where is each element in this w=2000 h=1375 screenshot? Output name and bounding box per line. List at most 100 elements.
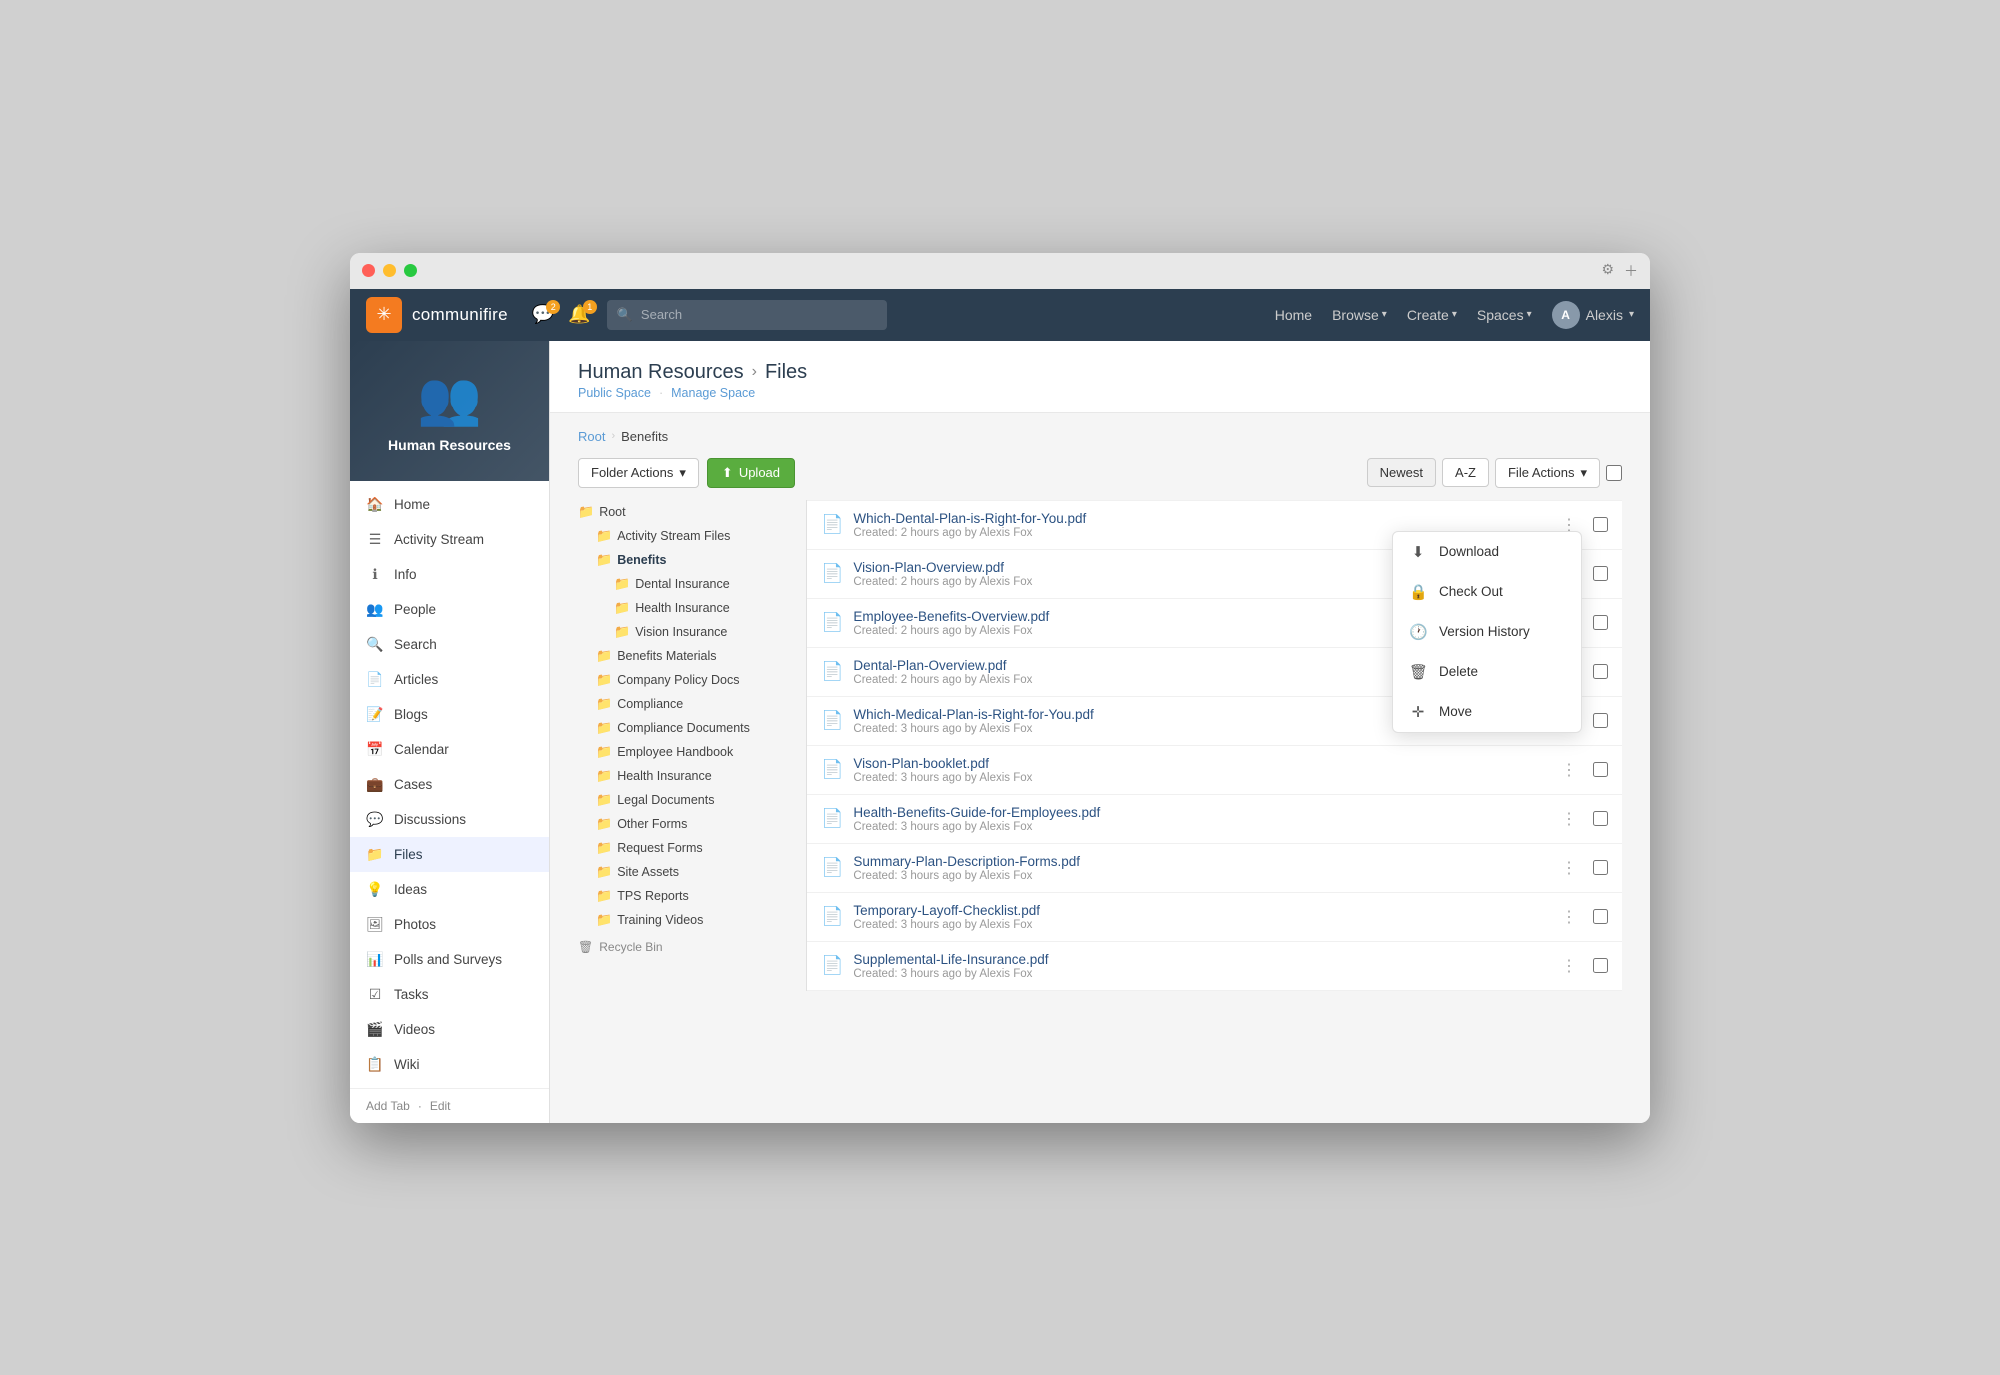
sidebar-item-tasks[interactable]: ☑ Tasks (350, 977, 549, 1012)
add-window-icon[interactable]: ＋ (1624, 261, 1638, 281)
tree-item-training-videos[interactable]: 📁 Training Videos (578, 908, 782, 932)
sidebar-item-activity-stream[interactable]: ☰ Activity Stream (350, 522, 549, 557)
sidebar-item-articles[interactable]: 📄 Articles (350, 662, 549, 697)
tree-item-health-insurance-sub[interactable]: 📁 Health Insurance (578, 596, 782, 620)
file-checkbox[interactable] (1593, 517, 1608, 532)
user-menu[interactable]: A Alexis ▾ (1552, 301, 1634, 329)
public-space-link[interactable]: Public Space (578, 386, 651, 400)
tree-item-legal-documents[interactable]: 📁 Legal Documents (578, 788, 782, 812)
sidebar-item-calendar-label: Calendar (394, 742, 449, 757)
sidebar-item-blogs[interactable]: 📝 Blogs (350, 697, 549, 732)
context-menu-version-history[interactable]: 🕐 Version History (1393, 612, 1581, 652)
videos-icon: 🎬 (366, 1021, 384, 1038)
sidebar-item-calendar[interactable]: 📅 Calendar (350, 732, 549, 767)
tree-item-vision-insurance[interactable]: 📁 Vision Insurance (578, 620, 782, 644)
tree-item-benefits[interactable]: 📁 Benefits (578, 548, 782, 572)
sidebar-item-info[interactable]: ℹ Info (350, 557, 549, 592)
sidebar-item-home[interactable]: 🏠 Home (350, 487, 549, 522)
tree-item-company-policy[interactable]: 📁 Company Policy Docs (578, 668, 782, 692)
sidebar-item-home-label: Home (394, 497, 430, 512)
search-input[interactable] (641, 307, 877, 322)
context-menu-delete[interactable]: 🗑 Delete (1393, 652, 1581, 692)
sidebar-item-videos[interactable]: 🎬 Videos (350, 1012, 549, 1047)
sidebar-item-ideas[interactable]: 💡 Ideas (350, 872, 549, 907)
tree-item-compliance-docs[interactable]: 📁 Compliance Documents (578, 716, 782, 740)
file-menu-button[interactable]: ⋮ (1555, 905, 1583, 929)
file-name[interactable]: Temporary-Layoff-Checklist.pdf (853, 903, 1545, 918)
file-name[interactable]: Health-Benefits-Guide-for-Employees.pdf (853, 805, 1545, 820)
file-checkbox[interactable] (1593, 664, 1608, 679)
folder-actions-button[interactable]: Folder Actions ▾ (578, 458, 699, 488)
sidebar-space-image: 👥 Human Resources (350, 341, 549, 481)
notifications-icon[interactable]: 🔔 1 (568, 304, 590, 325)
sidebar-item-photos[interactable]: 🖼 Photos (350, 907, 549, 942)
logo-icon[interactable]: ✳ (366, 297, 402, 333)
file-checkbox[interactable] (1593, 762, 1608, 777)
sidebar-item-wiki[interactable]: 📋 Wiki (350, 1047, 549, 1082)
tree-item-other-forms[interactable]: 📁 Other Forms (578, 812, 782, 836)
file-name[interactable]: Supplemental-Life-Insurance.pdf (853, 952, 1545, 967)
nav-home[interactable]: Home (1275, 307, 1312, 323)
manage-space-link[interactable]: Manage Space (671, 386, 755, 400)
file-menu-button[interactable]: ⋮ (1555, 807, 1583, 831)
sidebar-item-cases[interactable]: 💼 Cases (350, 767, 549, 802)
file-checkbox[interactable] (1593, 615, 1608, 630)
folder-icon: 📁 (596, 696, 612, 712)
sidebar-item-search[interactable]: 🔍 Search (350, 627, 549, 662)
nav-create[interactable]: Create ▾ (1407, 307, 1457, 323)
tree-item-tps-reports[interactable]: 📁 TPS Reports (578, 884, 782, 908)
nav-spaces[interactable]: Spaces ▾ (1477, 307, 1532, 323)
context-menu-move[interactable]: ✛ Move (1393, 692, 1581, 732)
file-checkbox[interactable] (1593, 811, 1608, 826)
file-actions-button[interactable]: File Actions ▾ (1495, 458, 1600, 488)
file-menu-button[interactable]: ⋮ (1555, 856, 1583, 880)
nav-browse[interactable]: Browse ▾ (1332, 307, 1387, 323)
minimize-button[interactable] (383, 264, 396, 277)
close-button[interactable] (362, 264, 375, 277)
context-menu-checkout[interactable]: 🔒 Check Out (1393, 572, 1581, 612)
tree-root[interactable]: 📁 Root (578, 500, 782, 524)
file-checkbox[interactable] (1593, 713, 1608, 728)
file-name[interactable]: Vison-Plan-booklet.pdf (853, 756, 1545, 771)
messages-icon[interactable]: 💬 2 (532, 304, 554, 325)
file-name[interactable]: Which-Dental-Plan-is-Right-for-You.pdf (853, 511, 1545, 526)
tree-item-request-forms[interactable]: 📁 Request Forms (578, 836, 782, 860)
settings-icon[interactable]: ⚙ (1601, 261, 1614, 281)
sidebar-item-articles-label: Articles (394, 672, 438, 687)
tree-item-dental-insurance[interactable]: 📁 Dental Insurance (578, 572, 782, 596)
sidebar-item-discussions-label: Discussions (394, 812, 466, 827)
sidebar-item-files[interactable]: 📁 Files (350, 837, 549, 872)
file-menu-button[interactable]: ⋮ (1555, 758, 1583, 782)
blogs-icon: 📝 (366, 706, 384, 723)
move-icon: ✛ (1409, 703, 1427, 721)
tree-item-activity-stream-files[interactable]: 📁 Activity Stream Files (578, 524, 782, 548)
sidebar-item-polls[interactable]: 📊 Polls and Surveys (350, 942, 549, 977)
files-toolbar: Folder Actions ▾ ⬆ Upload Newest A-Z Fil… (578, 458, 1622, 488)
tree-item-site-assets[interactable]: 📁 Site Assets (578, 860, 782, 884)
sidebar-search-icon: 🔍 (366, 636, 384, 653)
sidebar-item-people[interactable]: 👥 People (350, 592, 549, 627)
sort-newest-button[interactable]: Newest (1367, 458, 1436, 487)
file-name[interactable]: Summary-Plan-Description-Forms.pdf (853, 854, 1545, 869)
delete-icon: 🗑 (1409, 663, 1427, 681)
tree-item-compliance[interactable]: 📁 Compliance (578, 692, 782, 716)
edit-link[interactable]: Edit (430, 1099, 451, 1113)
file-menu-button[interactable]: ⋮ (1555, 954, 1583, 978)
tree-item-health-insurance[interactable]: 📁 Health Insurance (578, 764, 782, 788)
tree-item-benefits-materials[interactable]: 📁 Benefits Materials (578, 644, 782, 668)
upload-button[interactable]: ⬆ Upload (707, 458, 795, 488)
select-all-checkbox[interactable] (1606, 465, 1622, 481)
maximize-button[interactable] (404, 264, 417, 277)
recycle-bin[interactable]: 🗑 Recycle Bin (578, 932, 782, 958)
file-meta: Created: 3 hours ago by Alexis Fox (853, 821, 1545, 833)
sidebar-item-discussions[interactable]: 💬 Discussions (350, 802, 549, 837)
file-checkbox[interactable] (1593, 566, 1608, 581)
sort-az-button[interactable]: A-Z (1442, 458, 1489, 487)
file-checkbox[interactable] (1593, 958, 1608, 973)
add-tab-link[interactable]: Add Tab (366, 1099, 410, 1113)
breadcrumb-root[interactable]: Root (578, 429, 605, 444)
file-checkbox[interactable] (1593, 909, 1608, 924)
context-menu-download[interactable]: ⬇ Download (1393, 532, 1581, 572)
file-checkbox[interactable] (1593, 860, 1608, 875)
tree-item-employee-handbook[interactable]: 📁 Employee Handbook (578, 740, 782, 764)
